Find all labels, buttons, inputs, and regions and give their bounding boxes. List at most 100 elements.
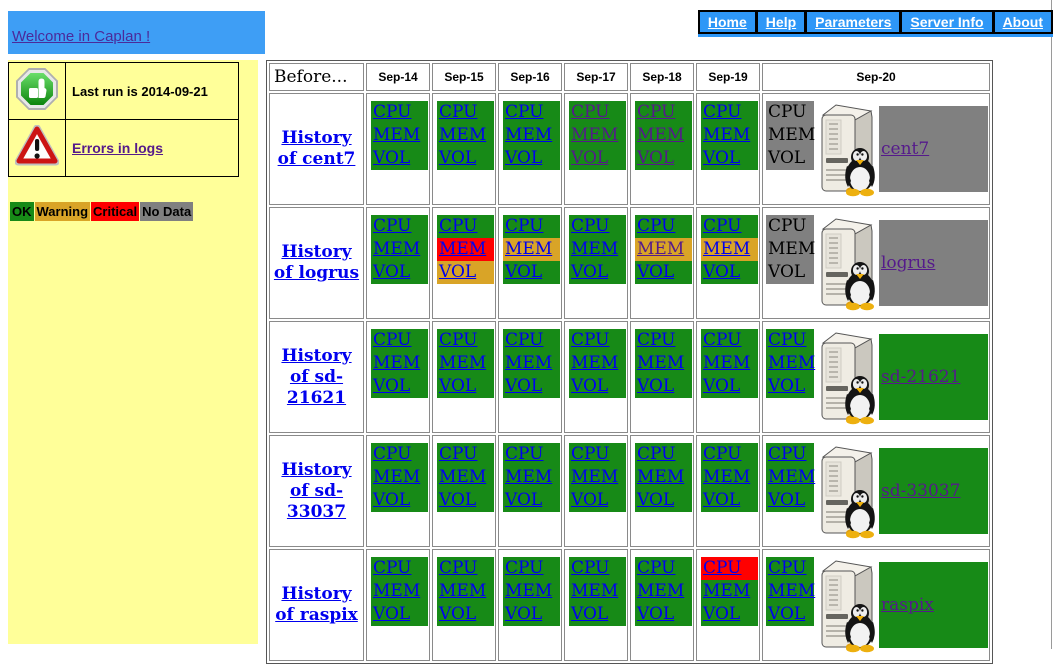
metric-mem-logrus[interactable]: MEM [569, 238, 626, 261]
metric-cpu-sd-33037[interactable]: CPU [371, 443, 428, 466]
metric-mem-cent7[interactable]: MEM [503, 124, 560, 147]
metric-vol-raspix[interactable]: VOL [569, 603, 626, 626]
metric-cpu-cent7[interactable]: CPU [635, 101, 692, 124]
metric-vol-sd-33037[interactable]: VOL [569, 489, 626, 512]
metric-vol-sd-33037[interactable]: VOL [371, 489, 428, 512]
metric-cpu-sd-21621[interactable]: CPU [437, 329, 494, 352]
metric-vol-raspix[interactable]: VOL [701, 603, 758, 626]
metric-mem-raspix[interactable]: MEM [766, 580, 814, 603]
metric-vol-raspix[interactable]: VOL [371, 603, 428, 626]
metric-cpu-sd-33037[interactable]: CPU [437, 443, 494, 466]
metric-cpu-cent7[interactable]: CPU [569, 101, 626, 124]
metric-vol-logrus[interactable]: VOL [503, 261, 560, 284]
metric-cpu-raspix[interactable]: CPU [701, 557, 758, 580]
metric-cpu-logrus[interactable]: CPU [569, 215, 626, 238]
metric-mem-sd-33037[interactable]: MEM [371, 466, 428, 489]
metric-cpu-raspix[interactable]: CPU [635, 557, 692, 580]
metric-cpu-logrus[interactable]: CPU [503, 215, 560, 238]
nav-item-about[interactable]: About [995, 12, 1051, 32]
metric-vol-sd-21621[interactable]: VOL [503, 375, 560, 398]
metric-vol-raspix[interactable]: VOL [635, 603, 692, 626]
metric-mem-raspix[interactable]: MEM [569, 580, 626, 603]
metric-mem-sd-33037[interactable]: MEM [503, 466, 560, 489]
server-link-logrus[interactable]: logrus [881, 253, 935, 273]
metric-vol-logrus[interactable]: VOL [701, 261, 758, 284]
metric-vol-logrus[interactable]: VOL [371, 261, 428, 284]
history-link-logrus[interactable]: History of logrus [274, 242, 359, 283]
metric-cpu-sd-21621[interactable]: CPU [701, 329, 758, 352]
metric-vol-sd-33037[interactable]: VOL [437, 489, 494, 512]
metric-cpu-raspix[interactable]: CPU [371, 557, 428, 580]
welcome-link[interactable]: Welcome in Caplan ! [12, 28, 150, 45]
server-link-cent7[interactable]: cent7 [881, 139, 929, 159]
metric-vol-sd-33037[interactable]: VOL [503, 489, 560, 512]
metric-cpu-cent7[interactable]: CPU [437, 101, 494, 124]
metric-mem-logrus[interactable]: MEM [701, 238, 758, 261]
history-link-cent7[interactable]: History of cent7 [278, 128, 356, 169]
metric-cpu-sd-21621[interactable]: CPU [569, 329, 626, 352]
metric-mem-sd-33037[interactable]: MEM [766, 466, 814, 489]
metric-cpu-cent7[interactable]: CPU [371, 101, 428, 124]
metric-vol-cent7[interactable]: VOL [437, 147, 494, 170]
metric-mem-logrus[interactable]: MEM [437, 238, 494, 261]
metric-vol-sd-33037[interactable]: VOL [635, 489, 692, 512]
metric-cpu-logrus[interactable]: CPU [635, 215, 692, 238]
metric-vol-sd-33037[interactable]: VOL [701, 489, 758, 512]
server-link-sd-21621[interactable]: sd-21621 [881, 367, 960, 387]
metric-cpu-logrus[interactable]: CPU [371, 215, 428, 238]
metric-mem-sd-21621[interactable]: MEM [701, 352, 758, 375]
metric-mem-sd-21621[interactable]: MEM [766, 352, 814, 375]
metric-cpu-sd-33037[interactable]: CPU [701, 443, 758, 466]
metric-cpu-sd-33037[interactable]: CPU [569, 443, 626, 466]
metric-cpu-logrus[interactable]: CPU [701, 215, 758, 238]
metric-vol-raspix[interactable]: VOL [503, 603, 560, 626]
metric-vol-logrus[interactable]: VOL [635, 261, 692, 284]
metric-cpu-sd-33037[interactable]: CPU [766, 443, 814, 466]
metric-vol-sd-21621[interactable]: VOL [766, 375, 814, 398]
metric-vol-sd-33037[interactable]: VOL [766, 489, 814, 512]
metric-mem-raspix[interactable]: MEM [437, 580, 494, 603]
metric-mem-raspix[interactable]: MEM [635, 580, 692, 603]
metric-mem-cent7[interactable]: MEM [635, 124, 692, 147]
metric-mem-raspix[interactable]: MEM [701, 580, 758, 603]
metric-mem-cent7[interactable]: MEM [437, 124, 494, 147]
errors-in-logs-link[interactable]: Errors in logs [72, 140, 163, 156]
metric-mem-sd-21621[interactable]: MEM [503, 352, 560, 375]
metric-cpu-sd-21621[interactable]: CPU [766, 329, 814, 352]
metric-mem-sd-33037[interactable]: MEM [635, 466, 692, 489]
metric-vol-sd-21621[interactable]: VOL [635, 375, 692, 398]
metric-cpu-cent7[interactable]: CPU [503, 101, 560, 124]
metric-cpu-sd-21621[interactable]: CPU [635, 329, 692, 352]
metric-cpu-raspix[interactable]: CPU [437, 557, 494, 580]
metric-mem-sd-21621[interactable]: MEM [371, 352, 428, 375]
metric-mem-logrus[interactable]: MEM [371, 238, 428, 261]
metric-cpu-raspix[interactable]: CPU [766, 557, 814, 580]
nav-item-parameters[interactable]: Parameters [807, 12, 899, 32]
metric-mem-cent7[interactable]: MEM [701, 124, 758, 147]
nav-item-home[interactable]: Home [700, 12, 755, 32]
metric-mem-sd-21621[interactable]: MEM [437, 352, 494, 375]
metric-cpu-sd-21621[interactable]: CPU [371, 329, 428, 352]
metric-cpu-logrus[interactable]: CPU [437, 215, 494, 238]
metric-vol-cent7[interactable]: VOL [371, 147, 428, 170]
metric-mem-sd-33037[interactable]: MEM [569, 466, 626, 489]
metric-vol-cent7[interactable]: VOL [503, 147, 560, 170]
metric-mem-sd-21621[interactable]: MEM [569, 352, 626, 375]
nav-item-server-info[interactable]: Server Info [902, 12, 991, 32]
metric-cpu-raspix[interactable]: CPU [503, 557, 560, 580]
metric-mem-sd-33037[interactable]: MEM [701, 466, 758, 489]
server-link-raspix[interactable]: raspix [881, 595, 934, 615]
metric-vol-cent7[interactable]: VOL [701, 147, 758, 170]
metric-mem-cent7[interactable]: MEM [371, 124, 428, 147]
metric-vol-raspix[interactable]: VOL [437, 603, 494, 626]
metric-vol-sd-21621[interactable]: VOL [569, 375, 626, 398]
metric-vol-cent7[interactable]: VOL [569, 147, 626, 170]
metric-cpu-raspix[interactable]: CPU [569, 557, 626, 580]
metric-vol-logrus[interactable]: VOL [437, 261, 494, 284]
metric-cpu-sd-21621[interactable]: CPU [503, 329, 560, 352]
server-link-sd-33037[interactable]: sd-33037 [881, 481, 960, 501]
nav-item-help[interactable]: Help [758, 12, 804, 32]
metric-mem-logrus[interactable]: MEM [503, 238, 560, 261]
metric-mem-cent7[interactable]: MEM [569, 124, 626, 147]
metric-cpu-sd-33037[interactable]: CPU [503, 443, 560, 466]
